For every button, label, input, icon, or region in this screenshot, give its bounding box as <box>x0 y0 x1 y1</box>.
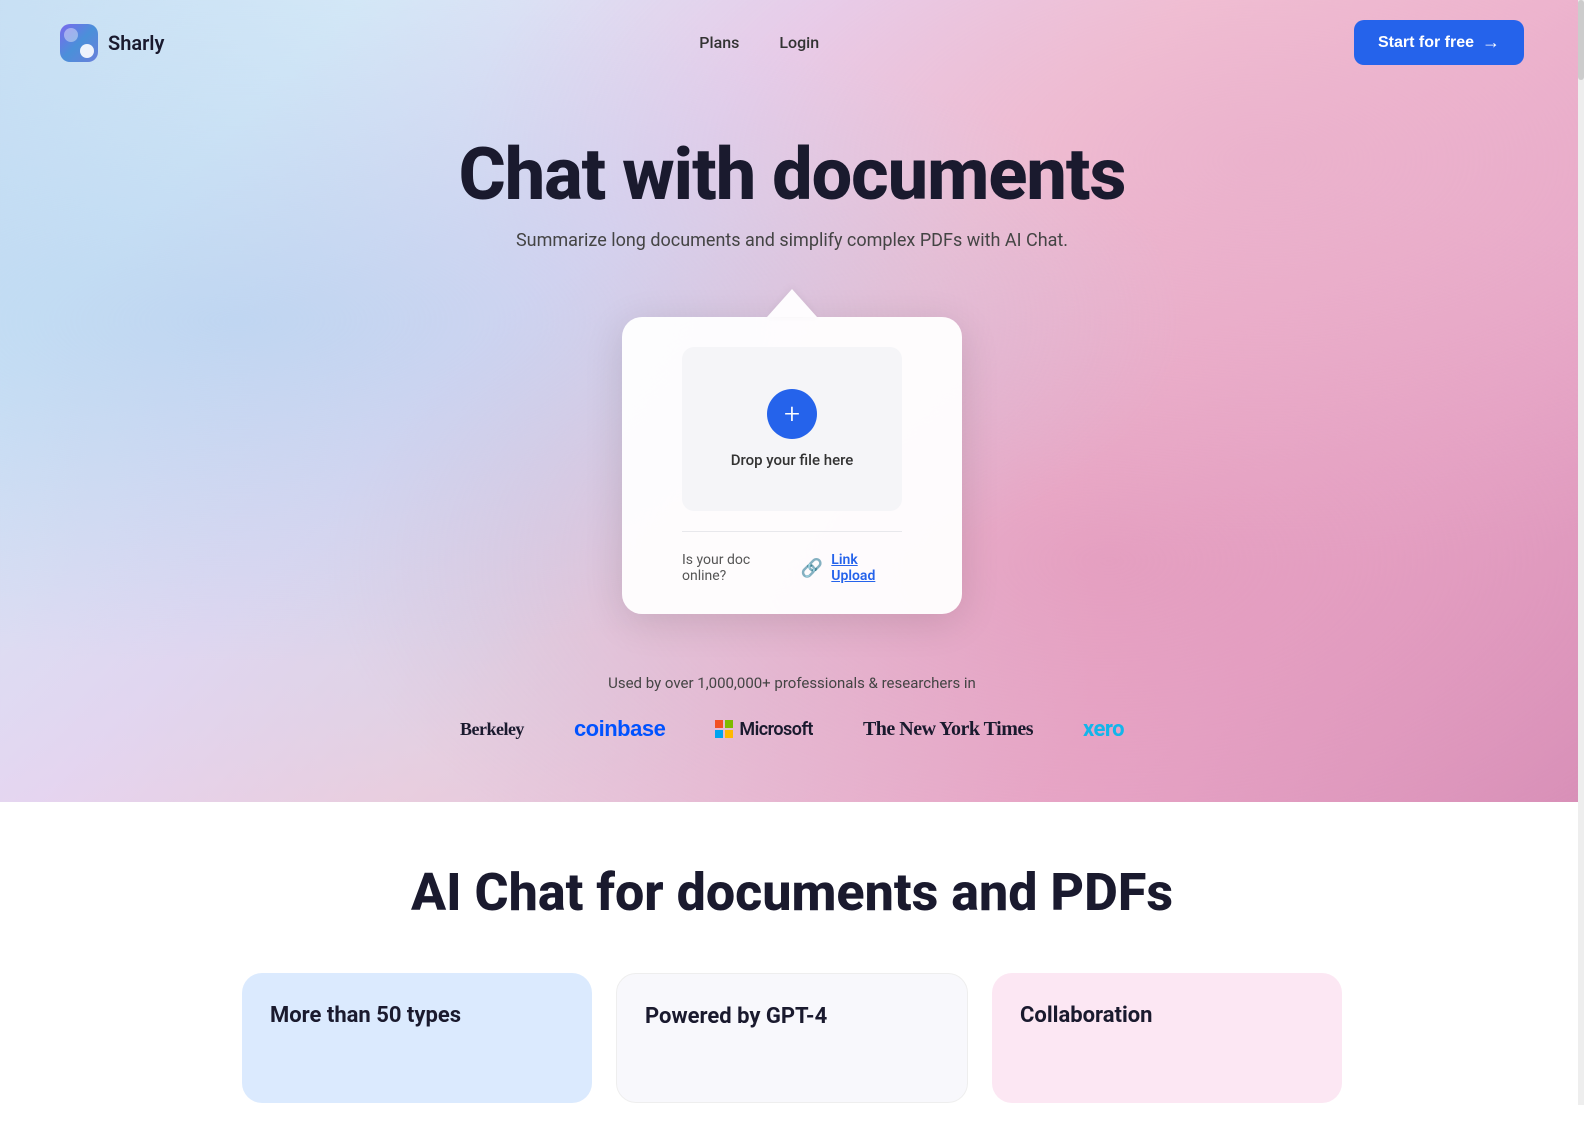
feature-card-types-title: More than 50 types <box>270 1003 461 1028</box>
online-doc-label: Is your doc online? <box>682 552 793 584</box>
card-pointer <box>767 287 817 317</box>
logo-area: Sharly <box>60 24 164 62</box>
drop-text: Drop your file here <box>731 451 854 469</box>
divider <box>682 531 902 532</box>
logos-row: Berkeley coinbase Microsoft The New York… <box>460 716 1124 742</box>
navbar: Sharly Plans Login Start for free → <box>0 0 1584 85</box>
hero-content: Chat with documents Summarize long docum… <box>0 85 1584 614</box>
social-proof: Used by over 1,000,000+ professionals & … <box>0 674 1584 802</box>
plus-icon: + <box>767 389 817 439</box>
feature-card-types: More than 50 types <box>242 973 592 1103</box>
nav-links: Plans Login <box>699 33 819 52</box>
hero-subtitle: Summarize long documents and simplify co… <box>516 230 1068 251</box>
upload-card-wrapper: + Drop your file here Is your doc online… <box>622 287 962 614</box>
bottom-section: AI Chat for documents and PDFs More than… <box>0 802 1584 1143</box>
sharly-logo-icon <box>60 24 98 62</box>
link-upload-row: Is your doc online? 🔗 Link Upload <box>682 552 902 584</box>
feature-card-collab-title: Collaboration <box>1020 1003 1153 1028</box>
xero-logo: xero <box>1083 717 1124 742</box>
bottom-title: AI Chat for documents and PDFs <box>411 862 1173 923</box>
microsoft-grid-icon <box>715 720 733 738</box>
microsoft-logo: Microsoft <box>715 719 813 740</box>
brand-name: Sharly <box>108 31 164 55</box>
link-icon: 🔗 <box>801 558 823 579</box>
hero-title: Chat with documents <box>459 135 1126 214</box>
feature-card-gpt4: Powered by GPT-4 <box>616 973 968 1103</box>
coinbase-logo: coinbase <box>574 716 665 742</box>
drop-zone[interactable]: + Drop your file here <box>682 347 902 511</box>
nav-plans[interactable]: Plans <box>699 33 739 52</box>
social-proof-text: Used by over 1,000,000+ professionals & … <box>608 674 976 692</box>
start-for-free-button[interactable]: Start for free → <box>1354 20 1524 65</box>
berkeley-logo: Berkeley <box>460 719 524 740</box>
nyt-logo: The New York Times <box>863 718 1033 741</box>
feature-cards: More than 50 types Powered by GPT-4 Coll… <box>242 973 1342 1103</box>
nav-login[interactable]: Login <box>779 33 819 52</box>
arrow-icon: → <box>1482 32 1500 53</box>
link-upload-button[interactable]: Link Upload <box>831 552 902 584</box>
hero-section: Sharly Plans Login Start for free → Chat… <box>0 0 1584 802</box>
upload-card: + Drop your file here Is your doc online… <box>622 317 962 614</box>
feature-card-collab: Collaboration <box>992 973 1342 1103</box>
feature-card-gpt4-title: Powered by GPT-4 <box>645 1004 827 1029</box>
